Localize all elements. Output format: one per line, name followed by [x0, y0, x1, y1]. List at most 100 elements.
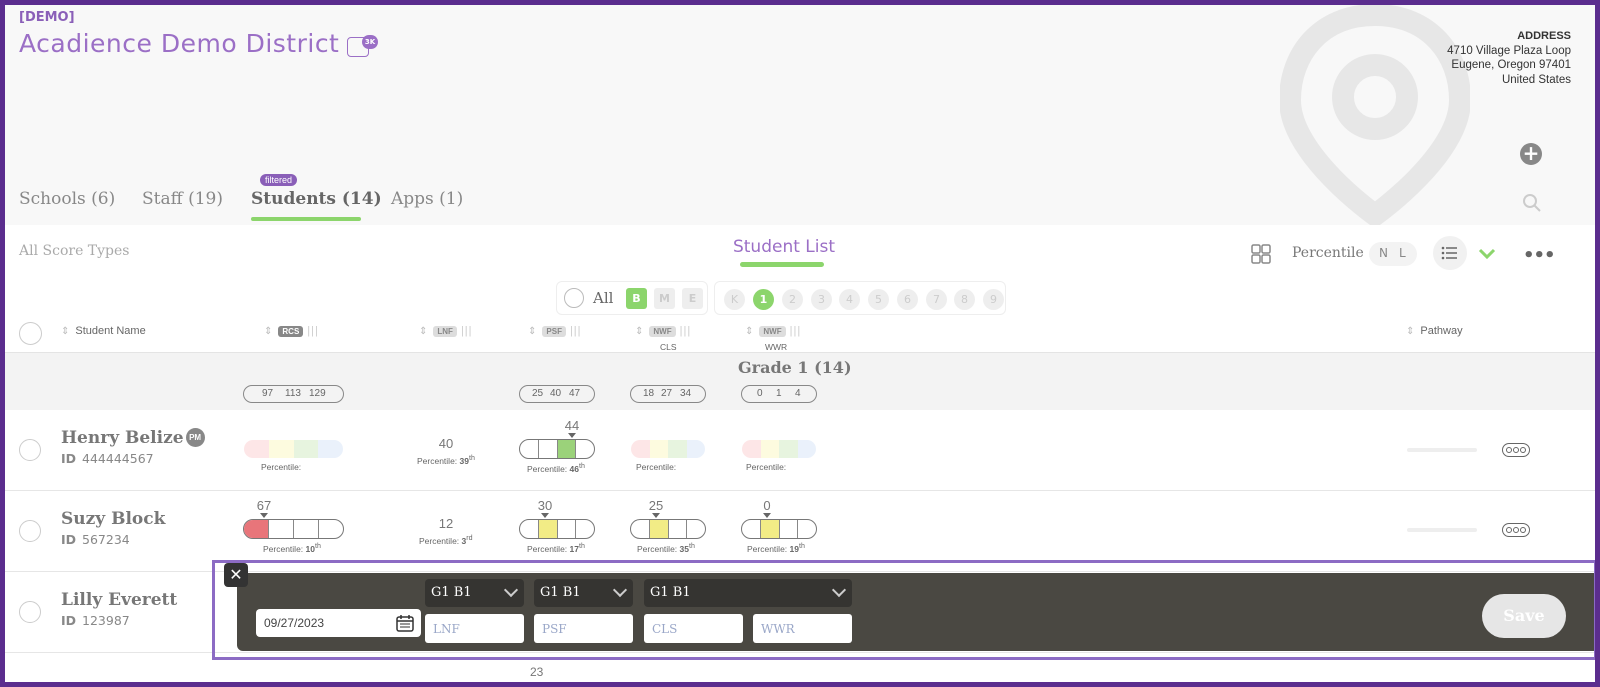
- date-field[interactable]: 09/27/2023: [256, 609, 421, 637]
- pathway-icon[interactable]: [1502, 523, 1530, 537]
- more-options-icon[interactable]: •••: [1523, 245, 1556, 266]
- rcs-score-bar[interactable]: [243, 439, 344, 459]
- score-marker: [652, 513, 660, 518]
- row-checkbox[interactable]: [19, 439, 41, 461]
- period-select[interactable]: G1 B1: [644, 579, 852, 607]
- bar-segment: [557, 440, 577, 458]
- grade-chip-1[interactable]: 1: [753, 289, 774, 310]
- measure-tag: RCS: [278, 326, 304, 337]
- grade-chip-9[interactable]: 9: [983, 289, 1004, 310]
- psf-score-bar[interactable]: [519, 519, 595, 539]
- period-select[interactable]: G1 B1: [534, 579, 633, 607]
- grade-group-row: Grade 1 (14) 97 113 129 25 40 47 18 27 3…: [5, 352, 1595, 410]
- period-select[interactable]: G1 B1: [425, 579, 524, 607]
- column-lnf[interactable]: ⇕ LNF |||: [419, 325, 473, 337]
- rcs-score-bar[interactable]: [243, 519, 344, 539]
- tab-schools[interactable]: Schools (6): [19, 189, 115, 209]
- benchmark-value: 4: [795, 388, 801, 399]
- student-name[interactable]: Henry Belize PM: [61, 428, 205, 448]
- student-name[interactable]: Suzy Block: [61, 509, 165, 529]
- period-chip-m[interactable]: M: [654, 288, 675, 309]
- wwr-score-bar[interactable]: [741, 439, 817, 459]
- column-student-name[interactable]: ⇕ Student Name: [61, 325, 146, 337]
- grade-chip-7[interactable]: 7: [926, 289, 947, 310]
- column-psf[interactable]: ⇕ PSF |||: [528, 325, 582, 337]
- calendar-icon[interactable]: [395, 613, 415, 633]
- id-value: 123987: [82, 613, 130, 628]
- benchmark-value: 1: [776, 388, 782, 399]
- toggle-local[interactable]: L: [1399, 246, 1406, 260]
- psf-score-bar[interactable]: [519, 439, 595, 459]
- roster-icon[interactable]: 3K: [347, 35, 378, 57]
- table-row[interactable]: Henry Belize PM ID 444444567 Percentile: 4…: [5, 411, 1595, 491]
- lnf-score: 12: [438, 516, 454, 531]
- row-checkbox[interactable]: [19, 601, 41, 623]
- wwr-input[interactable]: WWR: [753, 614, 852, 643]
- column-nwf-cls[interactable]: ⇕ NWF |||: [635, 325, 691, 337]
- period-chip-b[interactable]: B: [626, 288, 647, 309]
- search-icon[interactable]: [1522, 193, 1542, 213]
- tab-staff[interactable]: Staff (19): [142, 189, 223, 209]
- lnf-input[interactable]: LNF: [425, 614, 524, 643]
- toggle-national[interactable]: N: [1379, 246, 1388, 260]
- psf-input[interactable]: PSF: [534, 614, 633, 643]
- list-view-button[interactable]: [1433, 236, 1467, 270]
- wwr-benchmark-scale: 0 1 4: [741, 385, 817, 403]
- psf-percentile: Percentile: 46th: [527, 462, 585, 474]
- student-name[interactable]: Lilly Everett: [61, 590, 177, 610]
- chevron-down-icon[interactable]: [1477, 243, 1497, 263]
- bar-segment: [520, 440, 539, 458]
- tab-students[interactable]: Students (14): [251, 189, 382, 209]
- student-id: ID 444444567: [61, 451, 154, 466]
- bar-segment: [779, 440, 798, 458]
- grade-chip-6[interactable]: 6: [897, 289, 918, 310]
- column-nwf-wwr[interactable]: ⇕ NWF |||: [745, 325, 801, 337]
- student-id: ID 567234: [61, 532, 130, 547]
- wwr-score-bar[interactable]: [741, 519, 817, 539]
- column-label: Student Name: [75, 325, 146, 337]
- select-all-checkbox[interactable]: [19, 322, 42, 345]
- grade-chip-k[interactable]: K: [724, 289, 745, 310]
- grade-chip-2[interactable]: 2: [782, 289, 803, 310]
- percentile-label: Percentile:: [747, 543, 788, 554]
- save-button[interactable]: Save: [1482, 594, 1566, 638]
- grade-chip-3[interactable]: 3: [811, 289, 832, 310]
- select-value: G1 B1: [431, 585, 472, 600]
- cls-score-bar[interactable]: [630, 519, 706, 539]
- grid-view-icon[interactable]: [1250, 243, 1272, 265]
- score-type-filter[interactable]: All Score Types: [19, 243, 129, 259]
- grade-chip-8[interactable]: 8: [954, 289, 975, 310]
- bar-segment: [780, 520, 799, 538]
- tab-apps[interactable]: Apps (1): [391, 189, 463, 209]
- sort-icon: ⇕: [635, 326, 644, 337]
- percentile-label: Percentile:: [419, 535, 460, 546]
- percentile-value: 46: [569, 463, 580, 474]
- norm-toggle[interactable]: N L: [1369, 242, 1417, 266]
- close-icon[interactable]: ✕: [224, 563, 248, 587]
- bar-segment: [760, 520, 780, 538]
- bar-segment: [293, 440, 319, 458]
- cls-score-bar[interactable]: [630, 439, 706, 459]
- lnf-percentile: Percentile: 3rd: [419, 534, 473, 546]
- column-pathway[interactable]: ⇕ Pathway: [1406, 325, 1463, 337]
- grade-chip-4[interactable]: 4: [839, 289, 860, 310]
- bar-segment: [319, 520, 343, 538]
- bar-segment: [576, 440, 594, 458]
- cls-input[interactable]: CLS: [644, 614, 743, 643]
- add-icon[interactable]: +: [1520, 143, 1542, 165]
- id-value: 567234: [82, 532, 130, 547]
- pathway-icon[interactable]: [1502, 443, 1530, 457]
- grade-group-title: Grade 1 (14): [738, 358, 852, 377]
- grade-chip-5[interactable]: 5: [868, 289, 889, 310]
- all-radio[interactable]: [564, 288, 584, 308]
- period-chip-e[interactable]: E: [682, 288, 703, 309]
- map-pin-icon: [1280, 5, 1470, 225]
- sort-icon: ⇕: [61, 326, 70, 337]
- page-title: Student List: [732, 237, 836, 257]
- bar-segment: [318, 440, 343, 458]
- column-rcs[interactable]: ⇕ RCS |||: [264, 325, 319, 337]
- address-line: 4710 Village Plaza Loop: [1447, 44, 1571, 57]
- row-checkbox[interactable]: [19, 520, 41, 542]
- demo-tag: [DEMO]: [19, 10, 75, 25]
- bar-segment: [742, 520, 761, 538]
